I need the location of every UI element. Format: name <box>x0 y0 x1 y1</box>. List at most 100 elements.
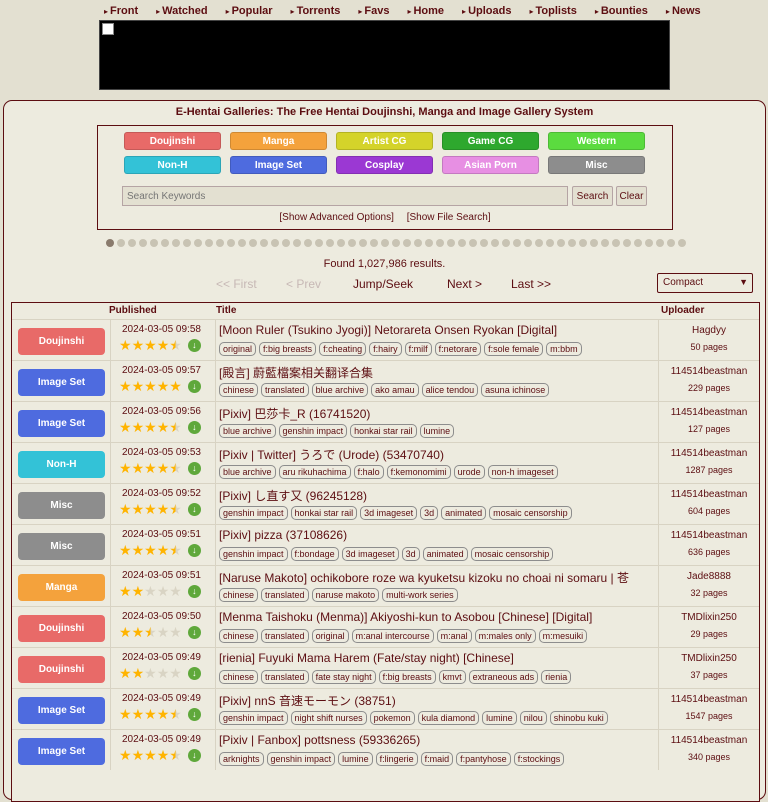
nav-favs[interactable]: ▸ Favs <box>358 5 389 17</box>
uploader-link[interactable]: 114514beastman <box>659 366 759 377</box>
download-icon[interactable]: ↓ <box>187 625 201 639</box>
page-dot[interactable] <box>370 239 378 247</box>
nav-uploads[interactable]: ▸ Uploads <box>462 5 511 17</box>
page-dot[interactable] <box>172 239 180 247</box>
banner-ad[interactable] <box>99 20 670 90</box>
gallery-title-link[interactable]: [Pixiv] し直す又 (96245128) <box>219 487 655 504</box>
tag[interactable]: f:maid <box>420 752 454 766</box>
tag[interactable]: chinese <box>219 670 259 684</box>
page-dot[interactable] <box>271 239 279 247</box>
page-dot[interactable] <box>568 239 576 247</box>
category-badge[interactable]: Doujinshi <box>18 328 105 355</box>
page-dot[interactable] <box>194 239 202 247</box>
tag[interactable]: translated <box>261 629 309 643</box>
page-dot[interactable] <box>634 239 642 247</box>
page-dot[interactable] <box>513 239 521 247</box>
pager-jump-seek[interactable]: Jump/Seek <box>353 277 413 291</box>
gallery-title-link[interactable]: [Naruse Makoto] ochikobore roze wa kyuke… <box>219 569 655 586</box>
tag[interactable]: f:sole female <box>484 342 544 356</box>
table-row[interactable]: Image Set 2024-03-05 09:57 ★ ★ ★ ★ ★ ↓ [殿言] 蔚藍檔案… <box>12 360 759 401</box>
tag[interactable]: rienia <box>541 670 572 684</box>
page-dot[interactable] <box>678 239 686 247</box>
page-dot[interactable] <box>458 239 466 247</box>
page-dot[interactable] <box>304 239 312 247</box>
page-dot[interactable] <box>623 239 631 247</box>
category-badge[interactable]: Doujinshi <box>18 656 105 683</box>
tag[interactable]: f:big breasts <box>378 670 436 684</box>
download-icon[interactable]: ↓ <box>187 584 201 598</box>
category-badge[interactable]: Image Set <box>18 738 105 765</box>
tag[interactable]: blue archive <box>219 465 276 479</box>
tag[interactable]: arknights <box>219 752 264 766</box>
table-row[interactable]: Manga 2024-03-05 09:51 ★ ★ ★ ★ ★ ↓ [Naruse Makot… <box>12 565 759 606</box>
tag[interactable]: m:mesuiki <box>538 629 588 643</box>
tag[interactable]: naruse makoto <box>311 588 380 602</box>
tag[interactable]: lumine <box>419 424 455 438</box>
tag[interactable]: f:bondage <box>290 547 339 561</box>
tag[interactable]: honkai star rail <box>290 506 358 520</box>
tag[interactable]: lumine <box>482 711 517 725</box>
tag[interactable]: m:anal intercourse <box>351 629 434 643</box>
gallery-title-link[interactable]: [Menma Taishoku (Menma)] Akiyoshi-kun to… <box>219 610 655 624</box>
nav-bounties[interactable]: ▸ Bounties <box>595 5 648 17</box>
page-dot[interactable] <box>392 239 400 247</box>
pager-last[interactable]: Last >> <box>511 277 551 291</box>
gallery-title-link[interactable]: [Pixiv | Fanbox] pottsness (59336265) <box>219 733 655 747</box>
uploader-link[interactable]: TMDlixin250 <box>659 653 759 664</box>
pager-next[interactable]: Next > <box>447 277 482 291</box>
download-icon[interactable]: ↓ <box>187 666 201 680</box>
page-dot[interactable] <box>546 239 554 247</box>
clear-button[interactable]: Clear <box>616 186 647 206</box>
download-icon[interactable]: ↓ <box>187 707 201 721</box>
tag[interactable]: kmvt <box>438 670 466 684</box>
page-dot[interactable] <box>139 239 147 247</box>
uploader-link[interactable]: 114514beastman <box>659 489 759 500</box>
tag[interactable]: f:netorare <box>434 342 482 356</box>
gallery-title-link[interactable]: [Pixiv] nnS 音速モーモン (38751) <box>219 692 655 709</box>
nav-toplists[interactable]: ▸ Toplists <box>529 5 576 17</box>
tag[interactable]: nilou <box>519 711 547 725</box>
uploader-link[interactable]: TMDlixin250 <box>659 612 759 623</box>
uploader-link[interactable]: 114514beastman <box>659 448 759 459</box>
tag[interactable]: f:kemonomimi <box>386 465 451 479</box>
tag[interactable]: alice tendou <box>421 383 479 397</box>
tag[interactable]: genshin impact <box>219 547 288 561</box>
table-row[interactable]: Doujinshi 2024-03-05 09:58 ★ ★ ★ ★ ★ ↓ [Moon Rul… <box>12 319 759 360</box>
page-dot[interactable] <box>667 239 675 247</box>
page-dot[interactable] <box>337 239 345 247</box>
tag[interactable]: f:stockings <box>513 752 565 766</box>
uploader-link[interactable]: 114514beastman <box>659 735 759 746</box>
gallery-title-link[interactable]: [Pixiv] 巴莎卡_R (16741520) <box>219 405 655 422</box>
tag[interactable]: f:pantyhose <box>456 752 511 766</box>
page-dot[interactable] <box>601 239 609 247</box>
tag[interactable]: honkai star rail <box>350 424 417 438</box>
page-dot[interactable] <box>359 239 367 247</box>
tag[interactable]: original <box>311 629 349 643</box>
category-filter-artist-cg[interactable]: Artist CG <box>336 132 433 150</box>
tag[interactable]: f:milf <box>404 342 432 356</box>
download-icon[interactable]: ↓ <box>187 543 201 557</box>
tag[interactable]: blue archive <box>219 424 276 438</box>
tag[interactable]: genshin impact <box>278 424 348 438</box>
tag[interactable]: f:big breasts <box>259 342 317 356</box>
tag[interactable]: 3d imageset <box>360 506 418 520</box>
tag[interactable]: m:males only <box>474 629 536 643</box>
download-icon[interactable]: ↓ <box>187 461 201 475</box>
tag[interactable]: ako amau <box>371 383 419 397</box>
page-dot[interactable] <box>282 239 290 247</box>
show-advanced-options-link[interactable]: [Show Advanced Options] <box>279 212 394 223</box>
nav-popular[interactable]: ▸ Popular <box>226 5 273 17</box>
page-dot[interactable] <box>117 239 125 247</box>
page-dot[interactable] <box>381 239 389 247</box>
category-badge[interactable]: Misc <box>18 533 105 560</box>
uploader-link[interactable]: 114514beastman <box>659 694 759 705</box>
tag[interactable]: multi-work series <box>382 588 458 602</box>
page-dot[interactable] <box>315 239 323 247</box>
download-icon[interactable]: ↓ <box>187 502 201 516</box>
page-dot[interactable] <box>491 239 499 247</box>
page-dot[interactable] <box>469 239 477 247</box>
download-icon[interactable]: ↓ <box>187 420 201 434</box>
page-dot[interactable] <box>403 239 411 247</box>
table-row[interactable]: Doujinshi 2024-03-05 09:49 ★ ★ ★ ★ ★ ↓ [rienia] … <box>12 647 759 688</box>
tag[interactable]: 3d <box>401 547 420 561</box>
